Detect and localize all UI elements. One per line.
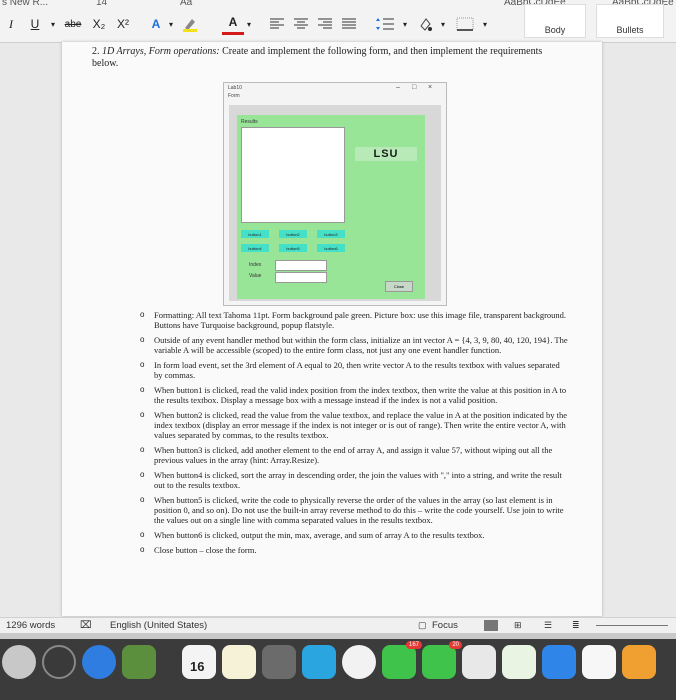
line-spacing-dropdown-icon[interactable]: ▾ (400, 12, 410, 36)
web-layout-view-icon[interactable]: ⊞ (514, 620, 522, 631)
strikethrough-button[interactable]: abe (60, 12, 86, 36)
underline-button[interactable]: U (24, 12, 46, 36)
subscript-button[interactable]: X₂ (88, 12, 110, 36)
ribbon-font-size[interactable]: 14 (96, 0, 107, 8)
superscript-button[interactable]: X² (112, 12, 134, 36)
align-center-icon[interactable] (290, 12, 312, 36)
index-label: Index (249, 262, 262, 268)
button5: button5 (279, 244, 307, 252)
font-color-dropdown-icon[interactable]: ▾ (244, 12, 254, 36)
messages-badge: 167 (405, 641, 422, 649)
list-item: Outside of any event handler method but … (140, 335, 570, 355)
value-textbox (275, 272, 327, 283)
list-item: When button1 is clicked, read the valid … (140, 385, 570, 405)
style-bullets[interactable]: Bullets (596, 4, 664, 38)
requirements-list: Formatting: All text Tahoma 11pt. Form b… (140, 310, 570, 560)
photos-viewer-icon[interactable] (122, 645, 156, 679)
notes-icon[interactable] (222, 645, 256, 679)
messages-icon[interactable]: 167 (382, 641, 422, 679)
list-item: When button4 is clicked, sort the array … (140, 470, 570, 490)
borders-icon[interactable] (452, 12, 478, 36)
photos-icon[interactable] (342, 645, 376, 679)
form-screenshot: Lab10 Form – □ × Results LSU button1 but… (223, 82, 447, 306)
keynote-icon[interactable] (542, 645, 576, 679)
form-window-title: Lab10 (228, 85, 242, 91)
books-icon[interactable] (622, 645, 656, 679)
button3: button3 (317, 230, 345, 238)
launchpad-rocket-icon[interactable] (42, 645, 76, 679)
list-item: Close button – close the form. (140, 545, 570, 555)
button4: button4 (241, 244, 269, 252)
screen: s New R... 14 Aa AaBbCcDdEe AaBbCcDdEe I… (0, 0, 676, 700)
form-panel: Results LSU button1 button2 button3 butt… (237, 115, 425, 299)
value-label: Value (249, 273, 262, 279)
close-icon: × (428, 84, 433, 91)
zoom-slider[interactable] (596, 625, 668, 626)
button1: button1 (241, 230, 269, 238)
results-label: Results (241, 119, 258, 125)
reminders-icon[interactable] (262, 645, 296, 679)
facetime-icon[interactable]: 20 (422, 641, 462, 679)
button6: button6 (317, 244, 345, 252)
line-spacing-icon[interactable] (372, 12, 398, 36)
shading-dropdown-icon[interactable]: ▾ (438, 12, 448, 36)
form-body: Results LSU button1 button2 button3 butt… (229, 105, 441, 301)
calendar-icon[interactable]: 16 (182, 645, 216, 679)
button2: button2 (279, 230, 307, 238)
draft-view-icon[interactable]: ≣ (572, 620, 580, 631)
outline-view-icon[interactable]: ☰ (544, 620, 552, 631)
ribbon-font-name[interactable]: s New R... (2, 0, 48, 8)
maps-icon[interactable] (302, 645, 336, 679)
dock: 16 167 20 (0, 639, 676, 700)
focus-button[interactable]: Focus (432, 620, 458, 631)
question-number: 2. (92, 46, 100, 57)
language-indicator[interactable]: English (United States) (110, 620, 207, 631)
proofing-icon[interactable]: ⌧ (80, 620, 92, 631)
numbers-icon[interactable] (502, 645, 536, 679)
list-item: Formatting: All text Tahoma 11pt. Form b… (140, 310, 570, 330)
justify-icon[interactable] (338, 12, 360, 36)
list-item: When button2 is clicked, read the value … (140, 410, 570, 440)
text-effects-button[interactable]: A (146, 12, 166, 36)
calendar-day: 16 (190, 659, 205, 674)
list-item: In form load event, set the 3rd element … (140, 360, 570, 380)
form-titlebar: Lab10 Form – □ × (224, 83, 446, 99)
list-item: When button6 is clicked, output the min,… (140, 530, 570, 540)
status-bar: 1296 words ⌧ English (United States) ▢ F… (0, 617, 676, 634)
music-icon[interactable] (582, 645, 616, 679)
underline-dropdown-icon[interactable]: ▾ (48, 12, 58, 36)
results-textbox (241, 127, 345, 223)
focus-icon[interactable]: ▢ (418, 620, 427, 631)
ribbon-toolbar: s New R... 14 Aa AaBbCcDdEe AaBbCcDdEe I… (0, 0, 676, 43)
minimize-icon: – (396, 84, 400, 91)
question-title: 1D Arrays, Form operations: (102, 46, 220, 57)
list-item: When button5 is clicked, write the code … (140, 495, 570, 525)
safari-icon[interactable] (82, 645, 116, 679)
highlight-icon[interactable] (180, 12, 200, 36)
text-effects-dropdown-icon[interactable]: ▾ (166, 12, 176, 36)
borders-dropdown-icon[interactable]: ▾ (480, 12, 490, 36)
index-textbox (275, 260, 327, 271)
freeform-icon[interactable] (462, 645, 496, 679)
close-button: Close (385, 281, 413, 292)
maximize-icon: □ (412, 84, 417, 91)
italic-button[interactable]: I (0, 12, 22, 36)
print-layout-view-icon[interactable] (484, 620, 498, 631)
question-heading: 2. 1D Arrays, Form operations: Create an… (92, 46, 552, 70)
facetime-badge: 20 (449, 641, 462, 649)
launchpad-icon[interactable] (2, 645, 36, 679)
word-count[interactable]: 1296 words (6, 620, 55, 631)
shading-icon[interactable] (414, 12, 436, 36)
align-left-icon[interactable] (266, 12, 288, 36)
style-body[interactable]: Body (524, 4, 586, 38)
align-right-icon[interactable] (314, 12, 336, 36)
form-name: Form (228, 93, 240, 99)
list-item: When button3 is clicked, add another ele… (140, 445, 570, 465)
lsu-picture: LSU (355, 147, 417, 161)
font-color-button[interactable]: A (222, 12, 244, 35)
ribbon-change-case[interactable]: Aa (180, 0, 192, 8)
